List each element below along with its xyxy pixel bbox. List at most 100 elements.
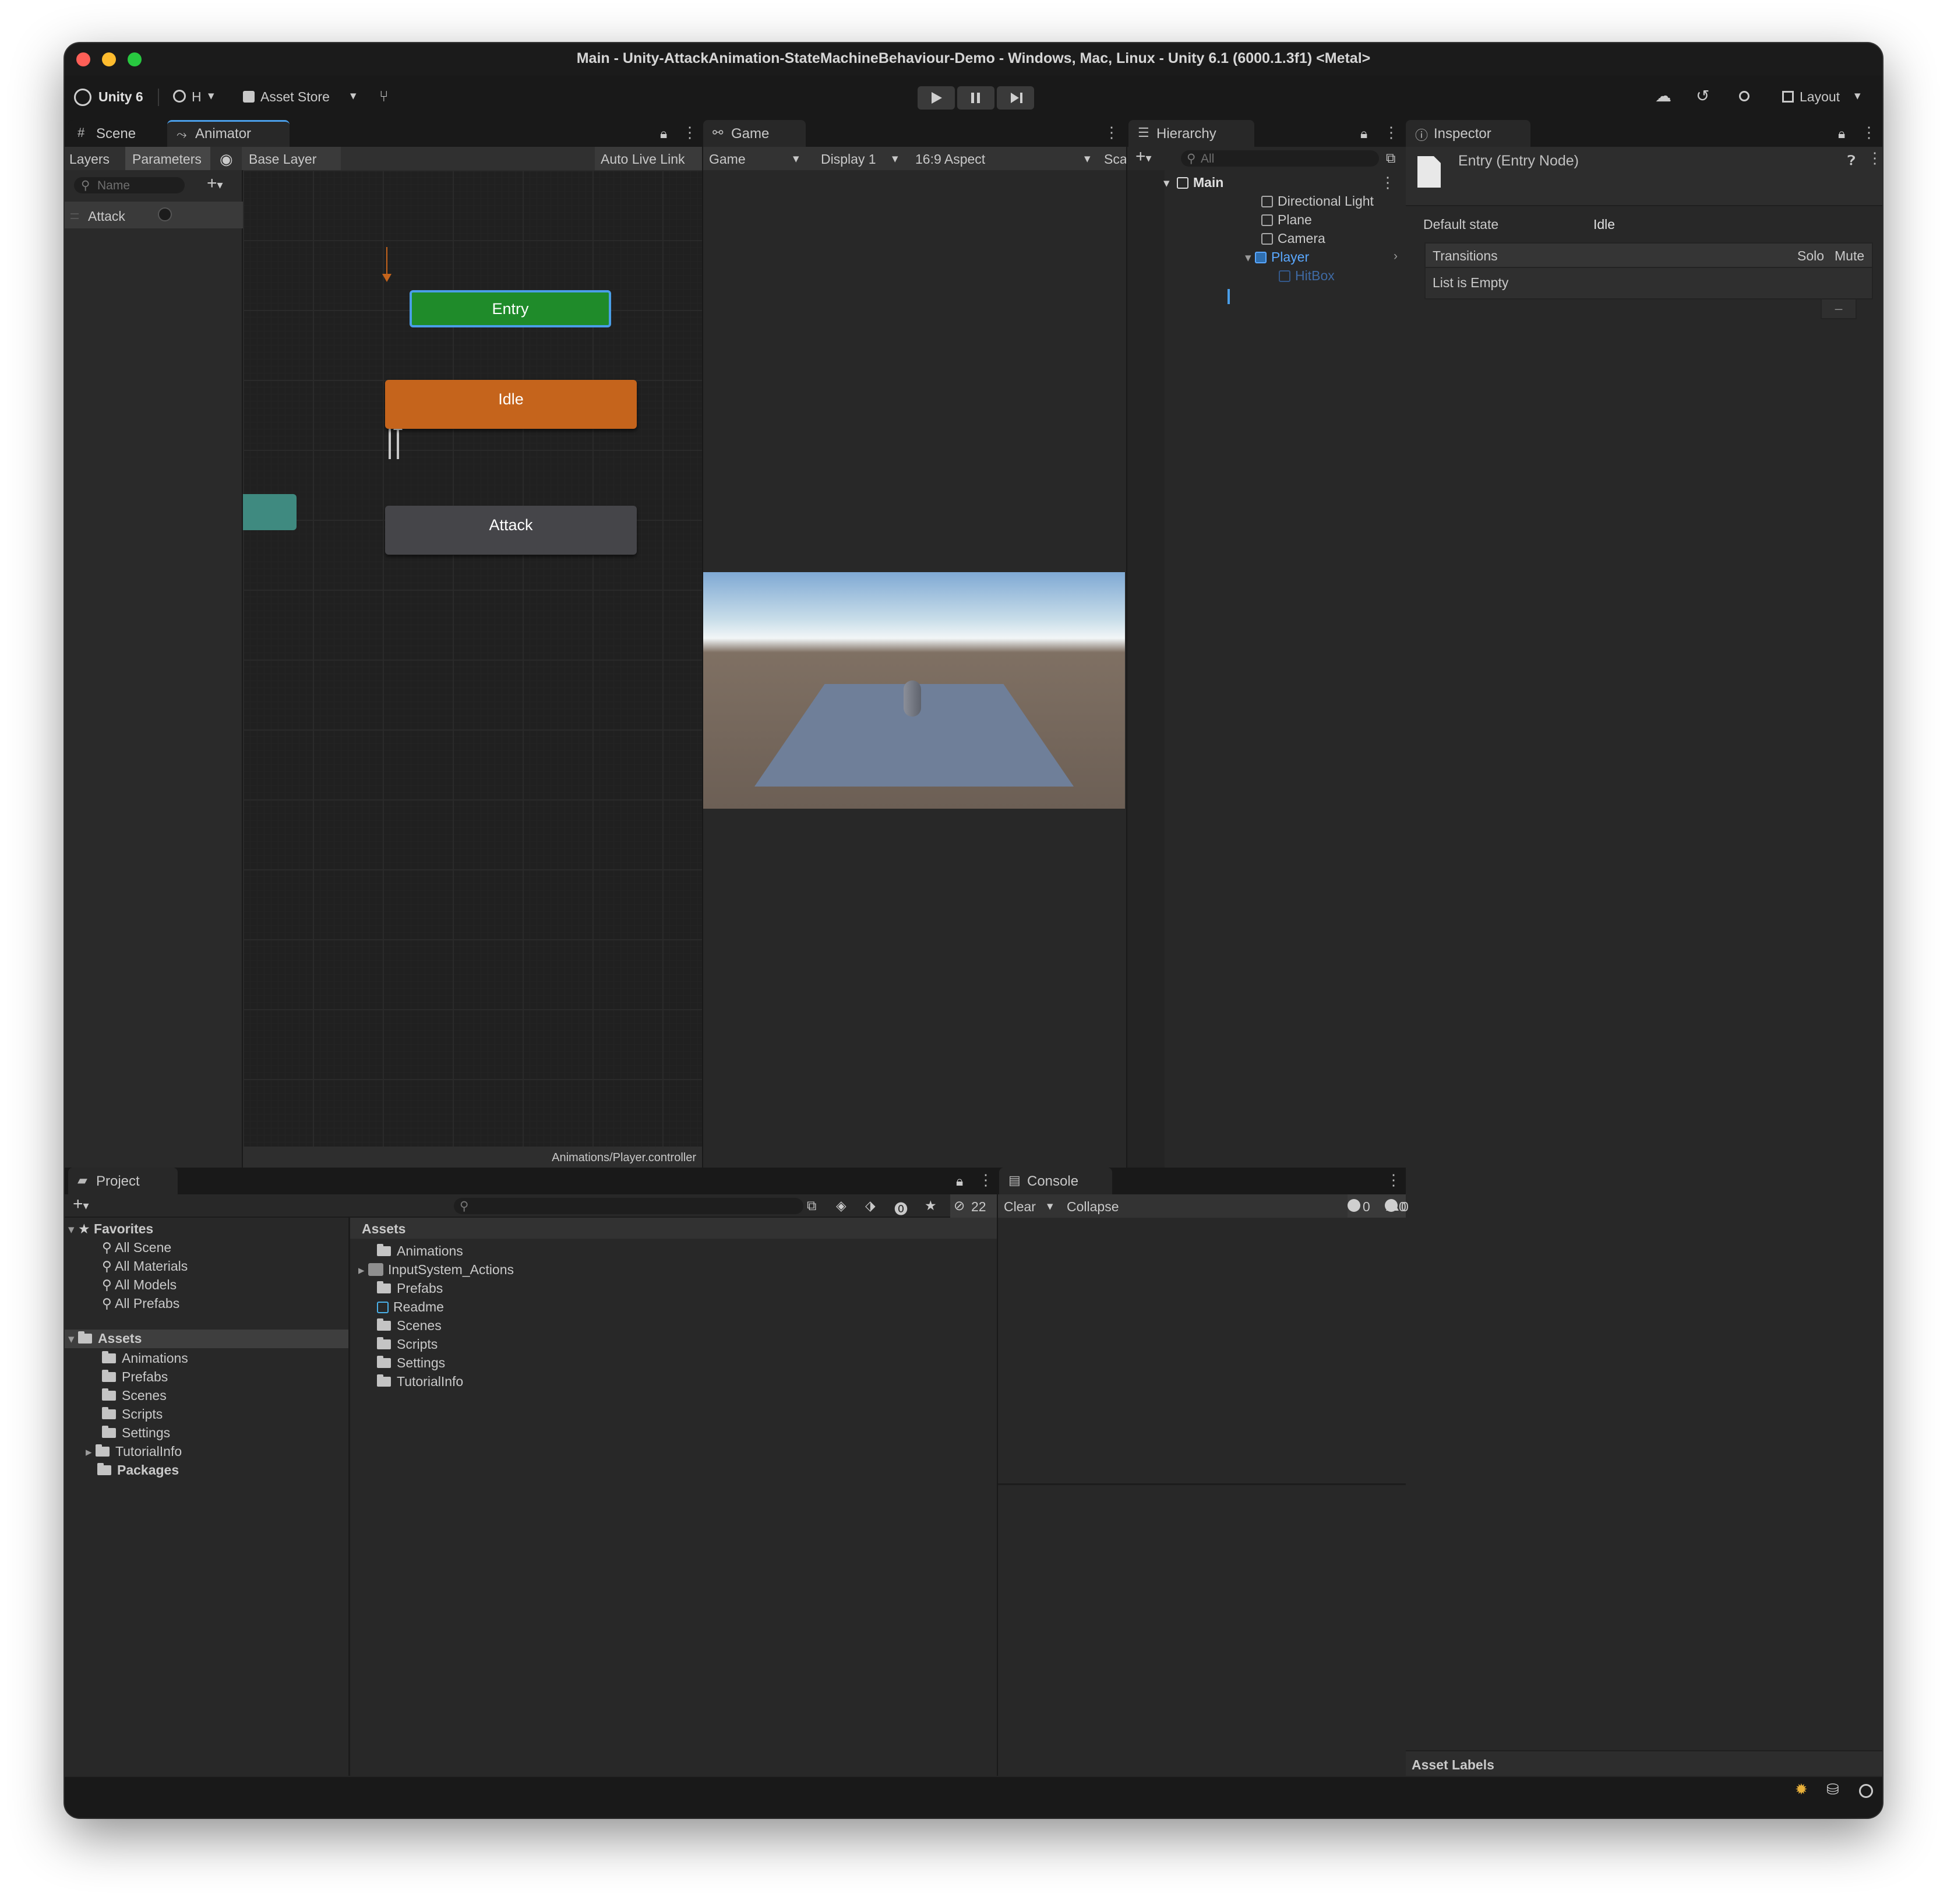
hierarchy-item[interactable]: Camera xyxy=(1261,231,1325,249)
folder-item[interactable]: Scenes xyxy=(102,1388,167,1406)
lock-icon[interactable]: 🔒︎ xyxy=(660,126,667,142)
entry-node[interactable]: Entry xyxy=(410,290,611,327)
lock-icon[interactable]: 🔒︎ xyxy=(956,1173,963,1189)
favorite-item[interactable]: ⚲ All Scene xyxy=(102,1240,171,1258)
progress-check-icon[interactable] xyxy=(1859,1784,1873,1798)
add-object-button[interactable]: +▾ xyxy=(1135,147,1152,167)
drag-handle-icon[interactable] xyxy=(70,213,79,219)
pause-button[interactable] xyxy=(957,86,994,110)
folder-item[interactable]: Prefabs xyxy=(102,1369,168,1388)
tab-scene[interactable]: # Scene xyxy=(68,120,167,147)
tab-project[interactable]: ▰ Project xyxy=(68,1168,178,1194)
alert-icon[interactable]: ⓿ xyxy=(894,1198,908,1218)
tab-inspector[interactable]: ⓘ Inspector xyxy=(1406,120,1530,147)
asset-item[interactable]: Scenes xyxy=(377,1318,442,1337)
idle-node[interactable]: Idle xyxy=(385,380,637,429)
step-button[interactable] xyxy=(997,86,1034,110)
tab-hierarchy[interactable]: ☰ Hierarchy xyxy=(1128,120,1254,147)
console-splitter[interactable] xyxy=(998,1483,1406,1485)
filter-type-icon[interactable]: ◈ xyxy=(836,1198,846,1214)
asset-store-dropdown[interactable]: Asset Store ▾ xyxy=(243,87,359,108)
asset-labels-bar[interactable]: Asset Labels xyxy=(1406,1750,1882,1777)
default-state-value[interactable]: Idle xyxy=(1593,217,1615,232)
asset-item[interactable]: Prefabs xyxy=(377,1281,443,1299)
lock-icon[interactable]: 🔒︎ xyxy=(1360,126,1367,142)
animator-graph[interactable]: Entry Idle Attack xyxy=(243,170,702,1147)
hierarchy-item[interactable]: Plane xyxy=(1261,212,1312,231)
lock-icon[interactable]: 🔒︎ xyxy=(1838,126,1845,142)
cache-server-icon[interactable]: ⛁ xyxy=(1826,1780,1839,1799)
create-asset-button[interactable]: +▾ xyxy=(73,1194,89,1214)
favorites-section[interactable]: ▾ ★ Favorites xyxy=(68,1221,153,1240)
hierarchy-item[interactable]: Directional Light xyxy=(1261,193,1374,212)
folder-item[interactable]: Animations xyxy=(102,1351,188,1369)
aspect-dropdown[interactable]: 16:9 Aspect ▾ xyxy=(909,147,1099,170)
auto-live-link-button[interactable]: Auto Live Link xyxy=(595,147,702,170)
scale-slider[interactable]: Sca xyxy=(1102,147,1126,170)
asset-item[interactable]: Readme xyxy=(377,1299,444,1318)
label-icon[interactable]: ⬗ xyxy=(865,1198,876,1214)
hierarchy-item-hitbox[interactable]: HitBox xyxy=(1279,268,1335,287)
parameter-row[interactable]: Attack xyxy=(65,202,243,228)
parameters-tab[interactable]: Parameters xyxy=(125,147,210,170)
debug-mode-icon[interactable]: ✹ xyxy=(1795,1780,1808,1799)
game-view[interactable] xyxy=(703,170,1126,1168)
hierarchy-item-player[interactable]: ▾ Player › xyxy=(1245,249,1401,268)
asset-item[interactable]: Scripts xyxy=(377,1337,438,1355)
asset-item[interactable]: Settings xyxy=(377,1355,445,1374)
asset-item[interactable]: Animations xyxy=(377,1243,463,1262)
trigger-toggle[interactable] xyxy=(158,207,172,221)
star-icon[interactable]: ★ xyxy=(925,1198,937,1214)
any-state-node[interactable] xyxy=(243,494,297,530)
scene-row[interactable]: ▾ Main ⋮ xyxy=(1163,174,1402,193)
parameter-search-input[interactable]: ⚲ Name xyxy=(74,177,185,193)
remove-transition-button[interactable]: – xyxy=(1821,299,1857,319)
play-button[interactable] xyxy=(918,86,955,110)
version-control-icon[interactable]: ⑂ xyxy=(379,87,389,105)
folder-item[interactable]: ▸ TutorialInfo xyxy=(86,1444,182,1462)
more-options-icon[interactable]: ⋮ xyxy=(1867,149,1882,167)
tab-game[interactable]: ⚯ Game xyxy=(703,120,806,147)
folder-item[interactable]: Settings xyxy=(102,1425,170,1444)
asset-item[interactable]: TutorialInfo xyxy=(377,1374,463,1392)
help-icon[interactable]: ❓︎ xyxy=(1847,153,1856,168)
cloud-icon[interactable]: ☁ xyxy=(1655,86,1671,105)
more-options-icon[interactable]: ⋮ xyxy=(1384,124,1399,142)
game-mode-dropdown[interactable]: Game ▾ xyxy=(703,147,807,170)
assets-folder-row[interactable]: ▾ Assets xyxy=(65,1330,348,1348)
project-search-input[interactable]: ⚲ xyxy=(454,1198,803,1214)
search-scope-icon[interactable]: ⧉ xyxy=(807,1198,816,1214)
clear-button[interactable]: Clear ▾ xyxy=(998,1194,1059,1218)
tab-console[interactable]: ▤ Console xyxy=(999,1168,1112,1194)
favorite-item[interactable]: ⚲ All Materials xyxy=(102,1258,188,1277)
packages-folder-row[interactable]: Packages xyxy=(86,1462,179,1481)
more-options-icon[interactable]: ⋮ xyxy=(682,124,697,142)
layers-tab[interactable]: Layers xyxy=(69,151,125,170)
more-options-icon[interactable]: ⋮ xyxy=(978,1171,993,1189)
collapse-button[interactable]: Collapse xyxy=(1061,1194,1131,1218)
more-options-icon[interactable]: ⋮ xyxy=(1861,124,1877,142)
account-dropdown[interactable]: H ▾ xyxy=(173,87,227,108)
more-options-icon[interactable]: ⋮ xyxy=(1380,174,1395,192)
error-filter-toggle[interactable]: 0 xyxy=(1385,1198,1406,1214)
layout-dropdown[interactable]: Layout ▾ xyxy=(1782,87,1870,108)
tab-animator[interactable]: ⤳ Animator xyxy=(167,120,290,147)
chevron-right-icon[interactable]: › xyxy=(1394,249,1398,263)
history-icon[interactable]: ↺ xyxy=(1696,86,1709,105)
search-icon[interactable] xyxy=(1739,91,1750,101)
info-filter-toggle[interactable]: 0 xyxy=(1346,1198,1373,1214)
attack-node[interactable]: Attack xyxy=(385,506,637,555)
more-options-icon[interactable]: ⋮ xyxy=(1386,1171,1401,1189)
hidden-packages-toggle[interactable]: ⊘ 22 xyxy=(950,1194,997,1218)
folder-item[interactable]: Scripts xyxy=(102,1406,163,1425)
more-options-icon[interactable]: ⋮ xyxy=(1104,124,1119,142)
eye-icon[interactable]: ◉ xyxy=(220,150,233,168)
console-log-area[interactable] xyxy=(998,1218,1406,1817)
favorite-item[interactable]: ⚲ All Models xyxy=(102,1277,177,1296)
add-parameter-button[interactable]: +▾ xyxy=(207,174,223,193)
breadcrumb[interactable]: Base Layer xyxy=(242,147,341,170)
hierarchy-search-input[interactable]: ⚲ All xyxy=(1181,150,1379,167)
asset-item[interactable]: ▸ InputSystem_Actions xyxy=(358,1262,514,1281)
favorite-item[interactable]: ⚲ All Prefabs xyxy=(102,1296,179,1314)
scene-search-icon[interactable]: ⧉ xyxy=(1386,150,1395,166)
